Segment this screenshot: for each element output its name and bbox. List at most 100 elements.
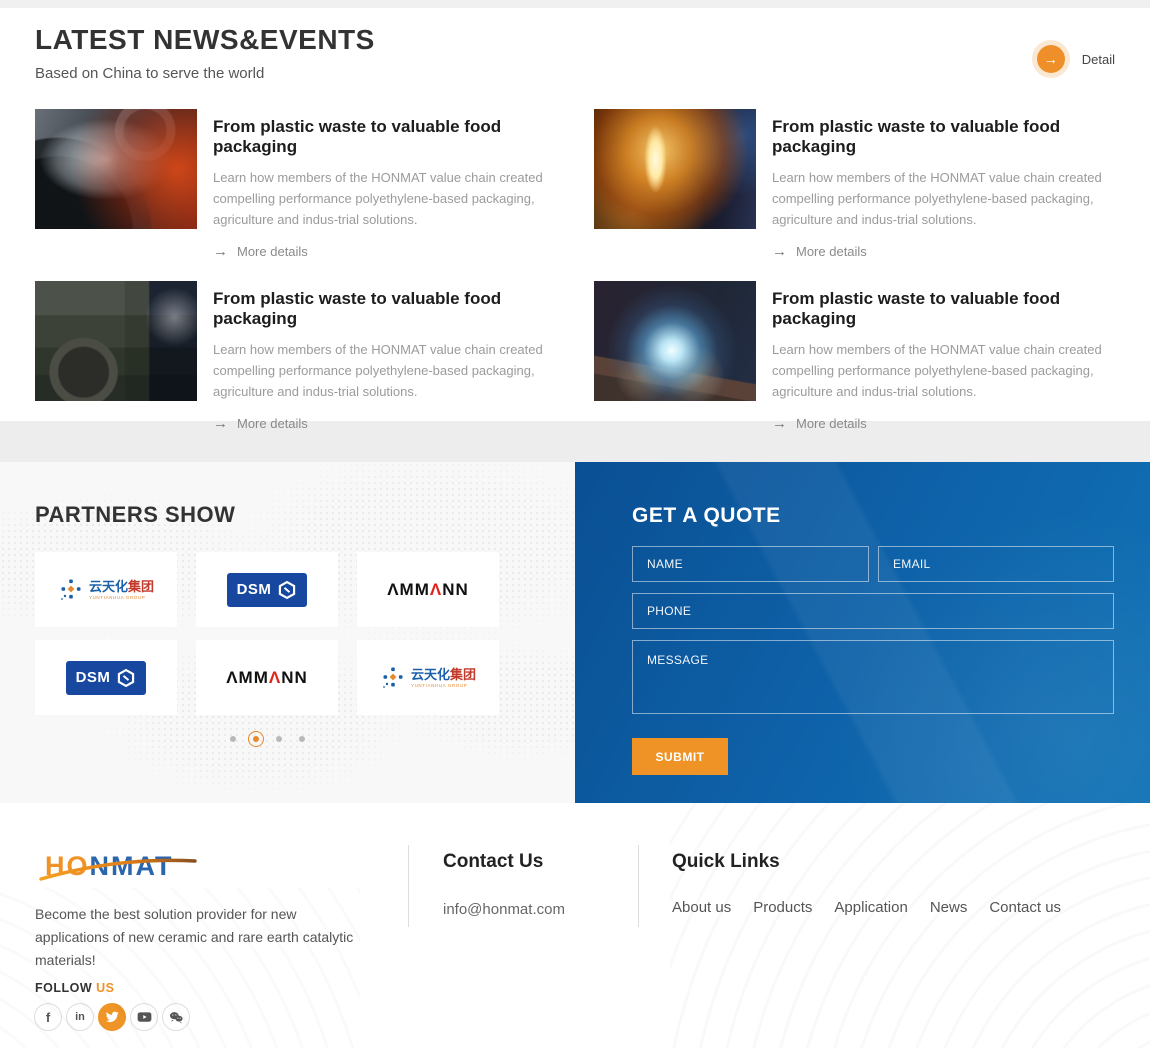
more-details-link[interactable]: → More details — [772, 243, 1114, 260]
news-card-title[interactable]: From plastic waste to valuable food pack… — [772, 117, 1114, 157]
detail-button-halo: → — [1032, 40, 1070, 78]
youtube-icon[interactable] — [130, 1003, 158, 1031]
carousel-dot-4[interactable] — [299, 736, 305, 742]
name-input[interactable] — [632, 546, 869, 582]
phone-input[interactable] — [632, 593, 1114, 629]
footer-tagline: Become the best solution provider for ne… — [35, 903, 365, 972]
yuntianhua-subtitle: YUNTIANHUA GROUP — [411, 683, 476, 688]
yuntianhua-emblem-icon — [380, 665, 406, 691]
news-card-title[interactable]: From plastic waste to valuable food pack… — [772, 289, 1114, 329]
wechat-icon[interactable] — [162, 1003, 190, 1031]
news-card: From plastic waste to valuable food pack… — [594, 281, 1114, 432]
quote-section: GET A QUOTE SUBMIT — [575, 462, 1150, 803]
more-details-link[interactable]: → More details — [213, 415, 555, 432]
facebook-icon[interactable]: f — [34, 1003, 62, 1031]
quick-link-contact-us[interactable]: Contact us — [989, 899, 1061, 916]
news-card-body: From plastic waste to valuable food pack… — [213, 109, 555, 260]
carousel-dot-3[interactable] — [276, 736, 282, 742]
news-card-title[interactable]: From plastic waste to valuable food pack… — [213, 289, 555, 329]
quote-title: GET A QUOTE — [632, 504, 1114, 528]
dsm-emblem-icon — [277, 580, 297, 600]
quick-link-application[interactable]: Application — [834, 899, 907, 916]
news-card-body: From plastic waste to valuable food pack… — [213, 281, 555, 432]
news-grid: From plastic waste to valuable food pack… — [35, 109, 1115, 432]
yuntianhua-name: 云天化集团 — [411, 668, 476, 681]
yuntianhua-emblem-icon — [58, 577, 84, 603]
footer-contact-block: Contact Us info@honmat.com — [443, 851, 565, 918]
quick-links-heading: Quick Links — [672, 851, 1061, 873]
partner-logo-ammann: ΛMMΛNN — [357, 552, 499, 627]
dsm-emblem-icon — [116, 668, 136, 688]
partners-logo-grid: 云天化集团 YUNTIANHUA GROUP DSM — [35, 552, 575, 715]
news-card-body: From plastic waste to valuable food pack… — [772, 281, 1114, 432]
news-card-description: Learn how members of the HONMAT value ch… — [772, 339, 1114, 402]
arrow-right-icon: → — [213, 243, 228, 260]
news-image-molten-metal[interactable] — [594, 109, 756, 229]
logo-swoosh-icon — [39, 845, 199, 887]
follow-us-label: FOLLOW US — [35, 981, 115, 995]
news-image-tire-smoke[interactable] — [35, 109, 197, 229]
more-details-label[interactable]: More details — [237, 244, 308, 259]
mid-section: PARTNERS SHOW — [0, 462, 1150, 803]
news-card-title[interactable]: From plastic waste to valuable food pack… — [213, 117, 555, 157]
more-details-label[interactable]: More details — [237, 416, 308, 431]
footer-quick-links-block: Quick Links About us Products Applicatio… — [672, 851, 1061, 916]
news-card-description: Learn how members of the HONMAT value ch… — [213, 167, 555, 230]
carousel-dot-2-active[interactable] — [253, 736, 259, 742]
partners-title: PARTNERS SHOW — [35, 502, 575, 528]
dsm-wordmark: DSM — [76, 669, 111, 686]
news-card: From plastic waste to valuable food pack… — [35, 109, 555, 260]
news-card: From plastic waste to valuable food pack… — [594, 109, 1114, 260]
quick-link-news[interactable]: News — [930, 899, 968, 916]
news-section: LATEST NEWS&EVENTS Based on China to ser… — [0, 8, 1150, 421]
message-textarea[interactable] — [632, 640, 1114, 714]
contact-us-heading: Contact Us — [443, 851, 565, 873]
twitter-icon[interactable] — [98, 1003, 126, 1031]
linkedin-icon[interactable]: in — [66, 1003, 94, 1031]
footer-divider — [408, 845, 409, 927]
quick-links-row: About us Products Application News Conta… — [672, 899, 1061, 916]
news-card: From plastic waste to valuable food pack… — [35, 281, 555, 432]
page: LATEST NEWS&EVENTS Based on China to ser… — [0, 0, 1150, 1048]
quote-form: SUBMIT — [632, 546, 1114, 775]
news-card-body: From plastic waste to valuable food pack… — [772, 109, 1114, 260]
news-image-welding-sparks[interactable] — [594, 281, 756, 401]
news-section-subtitle: Based on China to serve the world — [35, 65, 1115, 82]
top-strip — [0, 0, 1150, 8]
arrow-right-icon: → — [772, 415, 787, 432]
news-card-description: Learn how members of the HONMAT value ch… — [213, 339, 555, 402]
partner-logo-yuntianhua: 云天化集团 YUNTIANHUA GROUP — [35, 552, 177, 627]
partner-logo-dsm: DSM — [196, 552, 338, 627]
news-card-description: Learn how members of the HONMAT value ch… — [772, 167, 1114, 230]
detail-button-label[interactable]: Detail — [1082, 52, 1115, 67]
carousel-dot-1[interactable] — [230, 736, 236, 742]
arrow-right-icon: → — [772, 243, 787, 260]
news-detail-button[interactable]: → Detail — [1032, 40, 1115, 78]
news-image-machinist-lathe[interactable] — [35, 281, 197, 401]
partners-section: PARTNERS SHOW — [0, 462, 575, 803]
dsm-wordmark: DSM — [237, 581, 272, 598]
arrow-right-icon: → — [213, 415, 228, 432]
partner-logo-yuntianhua: 云天化集团 YUNTIANHUA GROUP — [357, 640, 499, 715]
more-details-link[interactable]: → More details — [213, 243, 555, 260]
more-details-label[interactable]: More details — [796, 244, 867, 259]
submit-button[interactable]: SUBMIT — [632, 738, 728, 775]
footer: HONMAT Become the best solution provider… — [0, 803, 1150, 1048]
arrow-right-icon[interactable]: → — [1037, 45, 1065, 73]
carousel-dots — [35, 736, 499, 742]
yuntianhua-subtitle: YUNTIANHUA GROUP — [89, 595, 154, 600]
news-section-title: LATEST NEWS&EVENTS — [35, 24, 1115, 56]
partner-logo-ammann: ΛMMΛNN — [196, 640, 338, 715]
quick-link-about-us[interactable]: About us — [672, 899, 731, 916]
more-details-label[interactable]: More details — [796, 416, 867, 431]
quick-link-products[interactable]: Products — [753, 899, 812, 916]
email-input[interactable] — [878, 546, 1114, 582]
honmat-logo: HONMAT — [45, 845, 195, 887]
ammann-wordmark: ΛMMΛNN — [226, 668, 308, 688]
yuntianhua-name: 云天化集团 — [89, 580, 154, 593]
contact-email: info@honmat.com — [443, 901, 565, 918]
more-details-link[interactable]: → More details — [772, 415, 1114, 432]
social-icons-row: f in — [34, 1003, 190, 1031]
footer-divider — [638, 845, 639, 927]
partner-logo-dsm: DSM — [35, 640, 177, 715]
